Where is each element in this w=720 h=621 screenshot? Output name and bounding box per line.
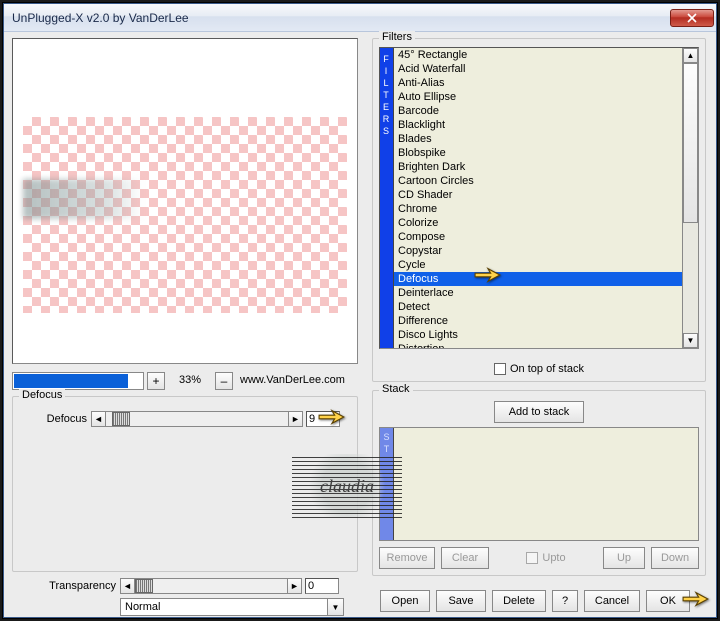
help-button[interactable]: ? — [552, 590, 578, 612]
filter-item[interactable]: Chrome — [394, 202, 682, 216]
filter-item[interactable]: Disco Lights — [394, 328, 682, 342]
filters-scrollbar[interactable]: ▲ ▼ — [682, 48, 698, 348]
defocus-legend: Defocus — [19, 389, 65, 401]
on-top-checkbox[interactable] — [494, 363, 506, 375]
filter-item[interactable]: Copystar — [394, 244, 682, 258]
close-button[interactable] — [670, 9, 714, 27]
zoom-out-button[interactable]: – — [215, 372, 233, 390]
upto-checkbox[interactable] — [526, 552, 538, 564]
filter-item[interactable]: Brighten Dark — [394, 160, 682, 174]
preview-blur-region — [23, 179, 143, 219]
filter-item[interactable]: Detect — [394, 300, 682, 314]
open-button[interactable]: Open — [380, 590, 430, 612]
preview-frame — [12, 38, 358, 364]
zoom-in-button[interactable]: + — [147, 372, 165, 390]
defocus-group: Defocus Defocus ◄ ► — [12, 396, 358, 572]
filters-group: Filters FILTERS 45° RectangleAcid Waterf… — [372, 38, 706, 382]
stack-clear-button[interactable]: Clear — [441, 547, 489, 569]
defocus-inc-button[interactable]: ► — [288, 411, 303, 427]
app-window: UnPlugged-X v2.0 by VanDerLee + 33% – ww… — [3, 3, 717, 618]
on-top-label: On top of stack — [510, 363, 584, 375]
filter-item[interactable]: Cartoon Circles — [394, 174, 682, 188]
filters-listbox[interactable]: FILTERS 45° RectangleAcid WaterfallAnti-… — [379, 47, 699, 349]
defocus-value-field[interactable] — [306, 411, 340, 427]
filter-item[interactable]: Blacklight — [394, 118, 682, 132]
zoom-progress[interactable] — [12, 372, 144, 390]
stack-remove-button[interactable]: Remove — [379, 547, 435, 569]
window-title: UnPlugged-X v2.0 by VanDerLee — [12, 11, 670, 25]
filter-item[interactable]: 45° Rectangle — [394, 48, 682, 62]
defocus-slider-thumb[interactable] — [112, 412, 130, 426]
transparency-label: Transparency — [12, 580, 120, 592]
transparency-value-field[interactable] — [305, 578, 339, 594]
defocus-slider-track[interactable] — [106, 411, 288, 427]
scroll-track[interactable] — [683, 63, 698, 333]
transparency-slider-track[interactable] — [135, 578, 287, 594]
stack-down-button[interactable]: Down — [651, 547, 699, 569]
stack-gutter: ST — [380, 428, 394, 540]
scroll-thumb[interactable] — [683, 63, 698, 223]
scroll-down-button[interactable]: ▼ — [683, 333, 698, 348]
stack-legend: Stack — [379, 383, 413, 395]
filter-item[interactable]: Difference — [394, 314, 682, 328]
defocus-dec-button[interactable]: ◄ — [91, 411, 106, 427]
chevron-down-icon[interactable]: ▼ — [327, 599, 343, 615]
filter-item[interactable]: Compose — [394, 230, 682, 244]
save-button[interactable]: Save — [436, 590, 486, 612]
filter-item[interactable]: Auto Ellipse — [394, 90, 682, 104]
filter-item[interactable]: Colorize — [394, 216, 682, 230]
filters-list-body[interactable]: 45° RectangleAcid WaterfallAnti-AliasAut… — [394, 48, 682, 348]
transparency-dec-button[interactable]: ◄ — [120, 578, 135, 594]
stack-listbox[interactable]: ST — [379, 427, 699, 541]
filter-item[interactable]: CD Shader — [394, 188, 682, 202]
add-to-stack-button[interactable]: Add to stack — [494, 401, 584, 423]
filters-legend: Filters — [379, 31, 415, 43]
preview-image — [23, 117, 347, 313]
zoom-percent: 33% — [168, 372, 212, 390]
upto-label: Upto — [542, 552, 565, 564]
defocus-slider-label: Defocus — [19, 413, 91, 425]
titlebar: UnPlugged-X v2.0 by VanDerLee — [4, 4, 716, 32]
filter-item[interactable]: Barcode — [394, 104, 682, 118]
filter-item[interactable]: Anti-Alias — [394, 76, 682, 90]
filter-item[interactable]: Defocus — [394, 272, 682, 286]
transparency-slider-thumb[interactable] — [135, 579, 153, 593]
vendor-link[interactable]: www.VanDerLee.com — [236, 372, 358, 390]
blend-mode-value: Normal — [125, 601, 160, 613]
blend-mode-combo[interactable]: Normal ▼ — [120, 598, 344, 616]
filter-item[interactable]: Blobspike — [394, 146, 682, 160]
stack-list-body[interactable] — [394, 428, 698, 540]
transparency-inc-button[interactable]: ► — [287, 578, 302, 594]
scroll-up-button[interactable]: ▲ — [683, 48, 698, 63]
filter-item[interactable]: Distortion — [394, 342, 682, 348]
filter-item[interactable]: Blades — [394, 132, 682, 146]
filter-item[interactable]: Deinterlace — [394, 286, 682, 300]
filters-gutter: FILTERS — [380, 48, 394, 348]
filter-item[interactable]: Cycle — [394, 258, 682, 272]
ok-button[interactable]: OK — [646, 590, 690, 612]
delete-button[interactable]: Delete — [492, 590, 546, 612]
cancel-button[interactable]: Cancel — [584, 590, 640, 612]
stack-group: Stack Add to stack ST Remove Clear Upto … — [372, 390, 706, 576]
filter-item[interactable]: Acid Waterfall — [394, 62, 682, 76]
stack-up-button[interactable]: Up — [603, 547, 645, 569]
